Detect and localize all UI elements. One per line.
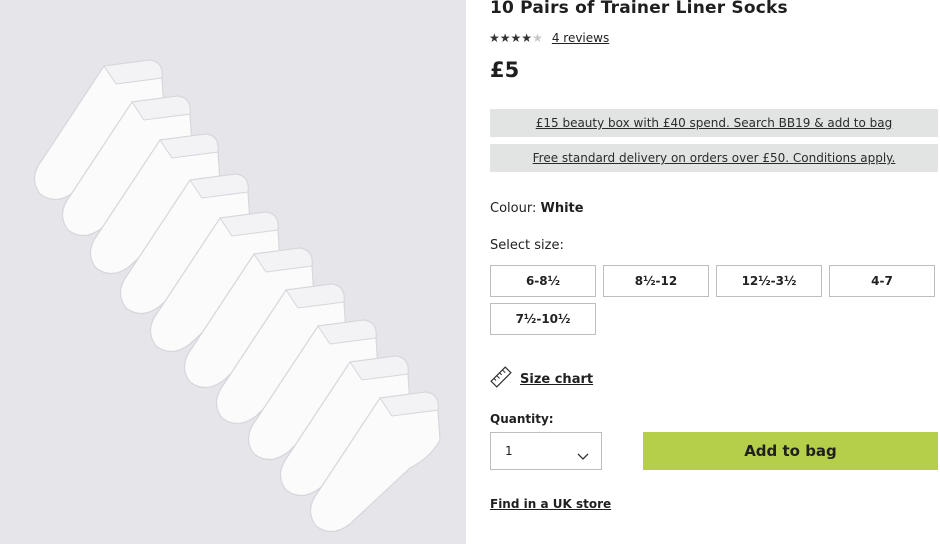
add-to-bag-button[interactable]: Add to bag [643, 432, 938, 470]
colour-row: Colour: White [490, 201, 584, 216]
quantity-label: Quantity: [490, 412, 554, 426]
size-chart-label[interactable]: Size chart [520, 372, 593, 387]
size-chart-link[interactable]: Size chart [490, 366, 593, 392]
promo-banner-link[interactable]: £15 beauty box with £40 spend. Search BB… [536, 116, 893, 130]
delivery-banner: Free standard delivery on orders over £5… [490, 144, 938, 172]
quantity-value: 1 [505, 444, 513, 458]
colour-value: White [540, 201, 584, 216]
product-image[interactable] [0, 0, 466, 544]
find-in-store-link[interactable]: Find in a UK store [490, 497, 611, 511]
size-option-4-7[interactable]: 4-7 [829, 265, 935, 297]
star-rating: ★★★★★ [489, 30, 543, 46]
rating-row: ★★★★★ 4 reviews [489, 30, 609, 46]
star-icon: ★ [521, 31, 533, 45]
star-icon: ★ [499, 31, 511, 45]
reviews-link[interactable]: 4 reviews [552, 31, 609, 45]
socks-image [33, 59, 441, 533]
delivery-banner-link[interactable]: Free standard delivery on orders over £5… [533, 151, 896, 165]
product-title: 10 Pairs of Trainer Liner Socks [490, 0, 788, 18]
star-empty-icon: ★ [532, 31, 543, 45]
size-option-8-5-12[interactable]: 8½-12 [603, 265, 709, 297]
price: £5 [490, 58, 520, 82]
ruler-icon [490, 366, 512, 392]
colour-label: Colour: [490, 201, 537, 216]
promo-banner: £15 beauty box with £40 spend. Search BB… [490, 109, 938, 137]
select-size-label: Select size: [490, 238, 564, 253]
star-icon: ★ [489, 31, 500, 45]
star-icon: ★ [510, 31, 522, 45]
size-option-6-8-5[interactable]: 6-8½ [490, 265, 596, 297]
quantity-select[interactable]: 1 [490, 432, 602, 470]
chevron-down-icon [577, 446, 589, 465]
size-option-7-5-10-5[interactable]: 7½-10½ [490, 303, 596, 335]
size-option-12-5-3-5[interactable]: 12½-3½ [716, 265, 822, 297]
